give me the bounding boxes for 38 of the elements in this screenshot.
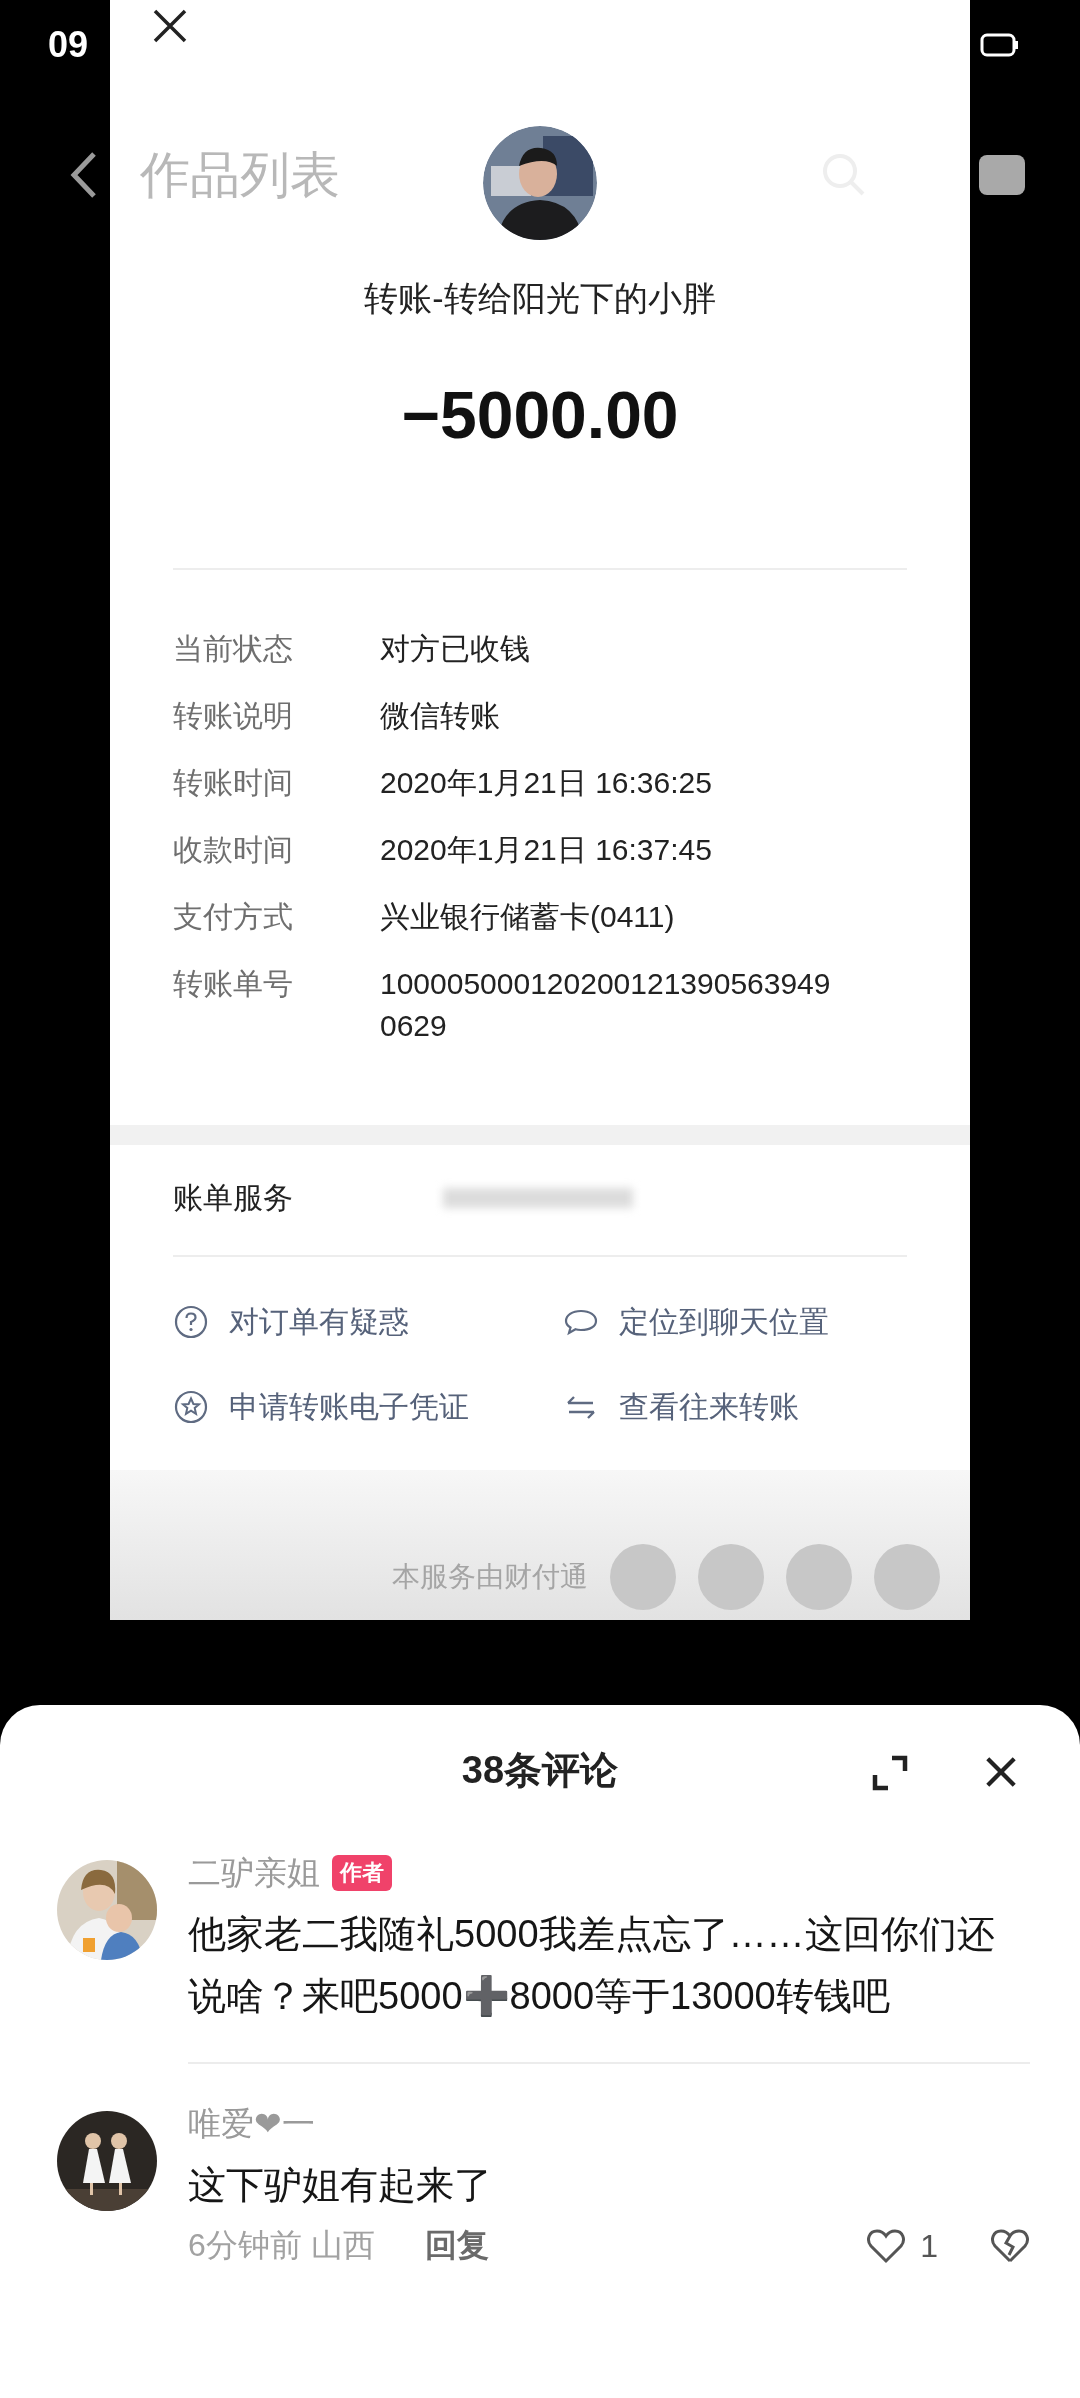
- action-link[interactable]: 定位到聊天位置: [619, 1301, 829, 1343]
- close-icon[interactable]: [152, 8, 188, 44]
- battery-icon: [980, 33, 1020, 57]
- detail-label: 转账时间: [173, 765, 294, 801]
- comment-meta: 6分钟前 山西: [188, 2226, 375, 2265]
- comments-title: 38条评论: [461, 1747, 619, 1793]
- detail-label: 转账说明: [173, 698, 294, 734]
- comment-text: 这下驴姐有起来了: [188, 2163, 493, 2208]
- expand-icon[interactable]: [870, 1753, 910, 1793]
- detail-label: 转账单号: [173, 966, 294, 1002]
- detail-value: 对方已收钱: [380, 631, 531, 667]
- detail-value: 1000050001202001213905639490629: [380, 966, 832, 1044]
- action-link[interactable]: 申请转账电子凭证: [229, 1386, 469, 1428]
- detail-label: 当前状态: [173, 631, 294, 667]
- transfer-title: 转账-转给阳光下的小胖: [364, 278, 716, 319]
- action-link[interactable]: 对订单有疑惑: [229, 1301, 409, 1343]
- broken-heart-icon[interactable]: [990, 2228, 1030, 2264]
- help-icon: [173, 1304, 209, 1340]
- reply-link[interactable]: 回复: [424, 2224, 489, 2268]
- comment-text: 他家老二我随礼5000我差点忘了……这回你们还说啥？来吧5000➕8000等于13000转钱吧: [188, 1912, 996, 2019]
- detail-value: 微信转账: [380, 698, 501, 734]
- detail-label: 收款时间: [173, 832, 294, 868]
- like-icon[interactable]: [866, 2228, 907, 2264]
- page-title: 作品列表: [140, 145, 340, 205]
- footer-text: 本服务由财付通: [392, 1560, 588, 1594]
- transfer-amount: −5000.00: [401, 377, 679, 453]
- service-label: 账单服务: [173, 1179, 293, 1216]
- detail-value: 兴业银行储蓄卡(0411): [380, 899, 676, 935]
- close-icon[interactable]: [984, 1755, 1018, 1789]
- like-count: 1: [920, 2227, 938, 2265]
- menu-icon[interactable]: [979, 155, 1025, 195]
- back-icon[interactable]: [68, 150, 98, 200]
- action-link[interactable]: 查看往来转账: [619, 1386, 799, 1428]
- detail-value: 2020年1月21日 16:37:45: [380, 832, 713, 868]
- detail-value: 2020年1月21日 16:36:25: [380, 765, 713, 801]
- detail-label: 支付方式: [173, 899, 294, 935]
- author-badge: 作者: [332, 1855, 392, 1891]
- status-time: 09: [48, 24, 89, 66]
